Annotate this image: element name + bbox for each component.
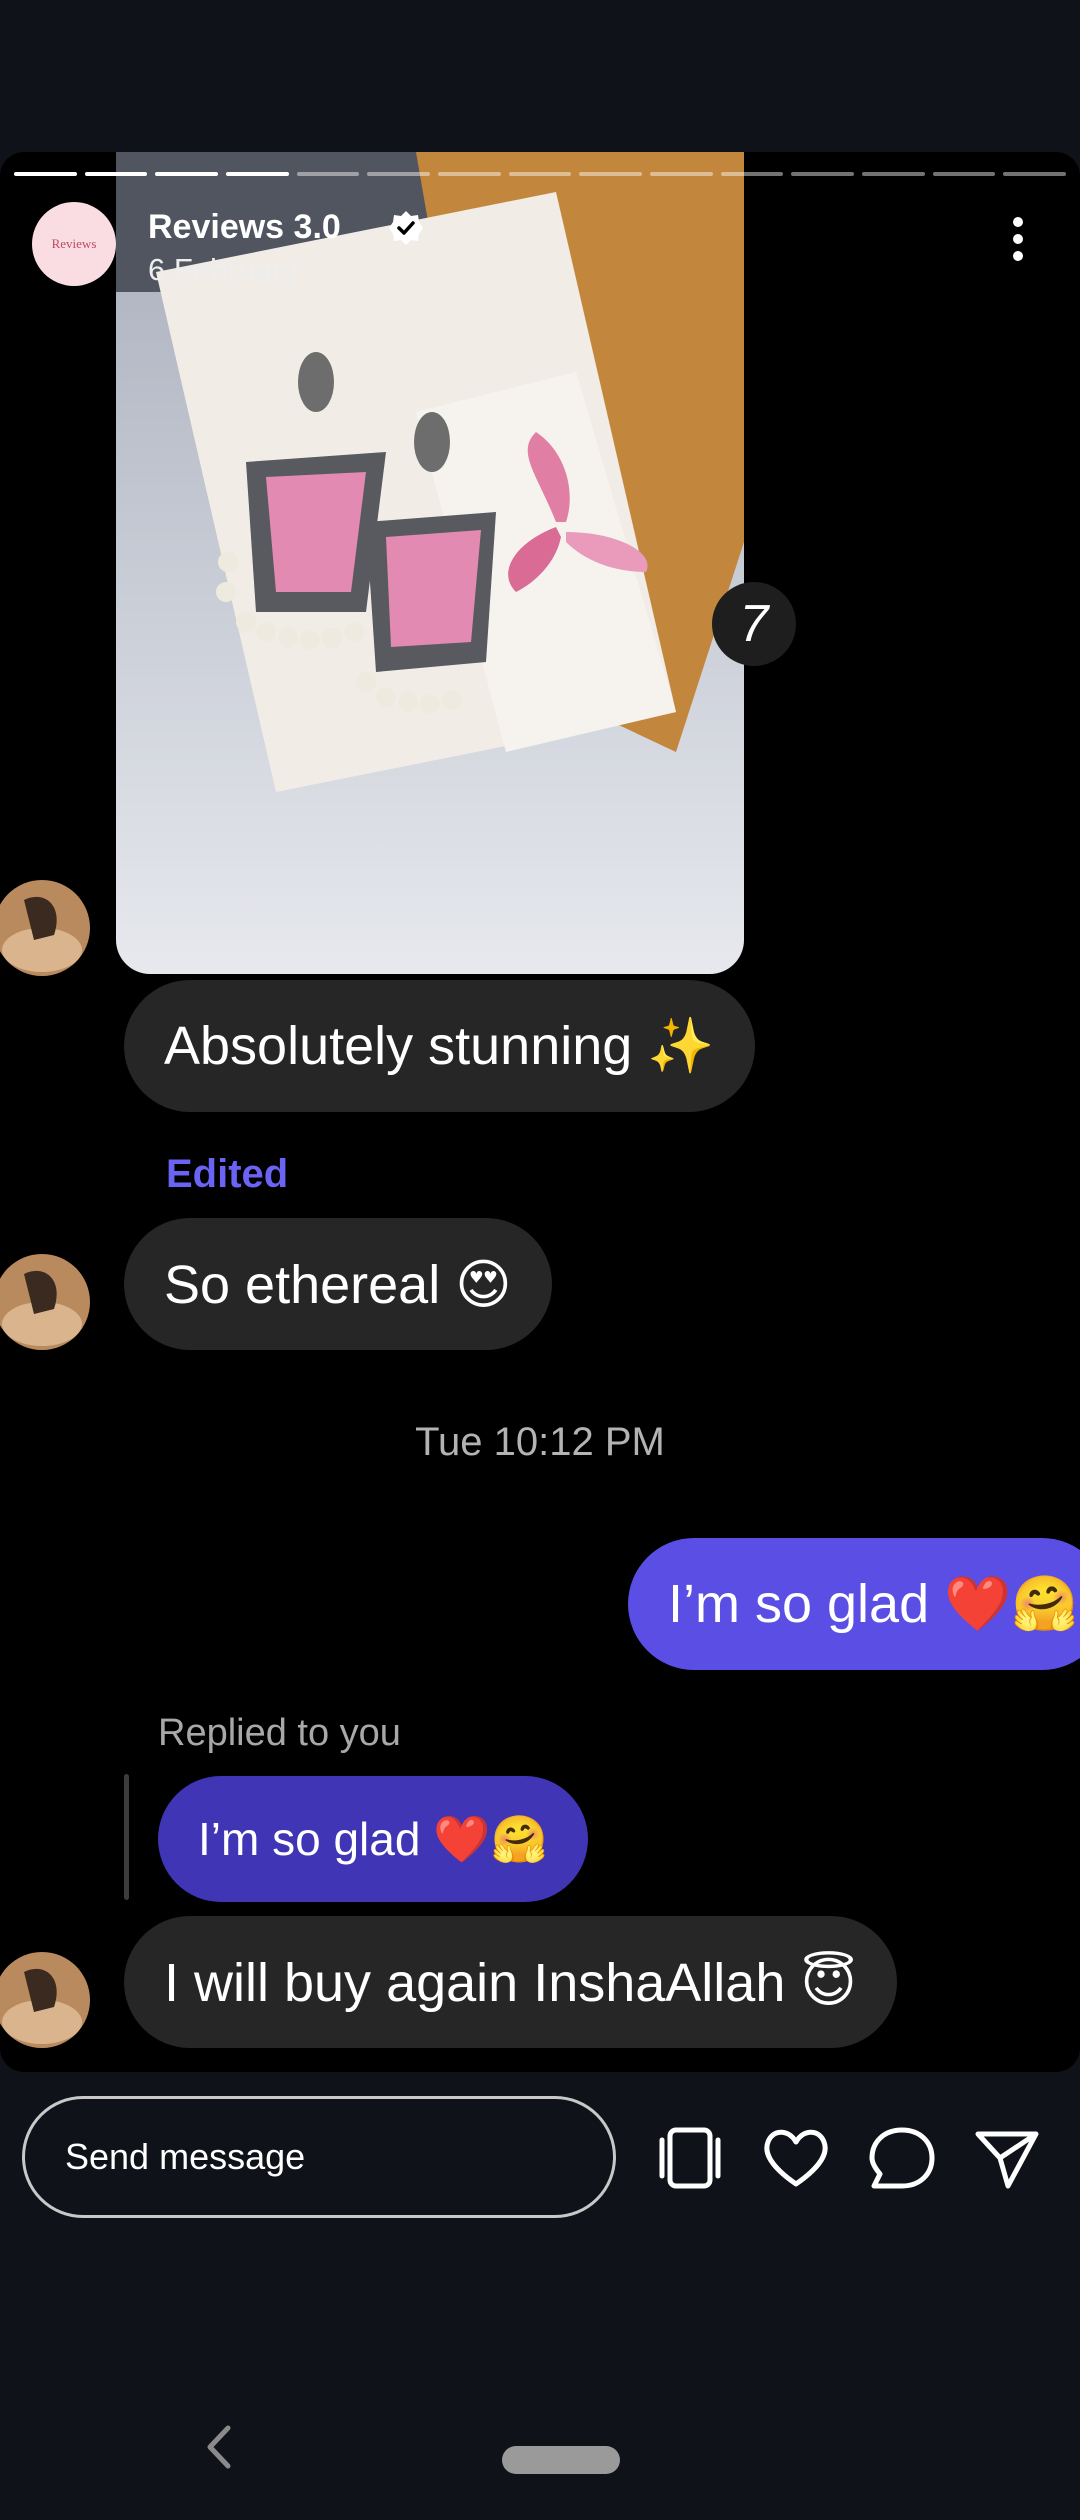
message-timestamp: Tue 10:12 PM — [415, 1420, 665, 1464]
reply-quote-line — [124, 1774, 129, 1900]
progress-segment — [579, 172, 643, 176]
story-progress-bar — [14, 172, 1067, 176]
account-avatar[interactable]: Reviews — [32, 202, 116, 286]
home-handle[interactable] — [502, 2446, 620, 2474]
progress-segment — [932, 172, 996, 176]
send-message-input[interactable]: Send message — [22, 2096, 616, 2218]
story-date: 6 February — [148, 252, 298, 287]
progress-segment — [296, 172, 360, 176]
progress-segment — [791, 172, 855, 176]
progress-segment — [508, 172, 572, 176]
comment-icon[interactable] — [866, 2122, 938, 2194]
progress-segment — [862, 172, 925, 176]
send-icon[interactable] — [970, 2122, 1042, 2194]
reply-composer: Send message — [0, 2072, 1080, 2222]
edited-label: Edited — [166, 1152, 289, 1196]
verified-icon — [389, 211, 423, 245]
sender-avatar[interactable] — [0, 880, 90, 976]
heart-icon[interactable] — [760, 2122, 832, 2194]
progress-segment — [650, 172, 713, 176]
progress-segment — [14, 172, 77, 176]
progress-segment — [438, 172, 501, 176]
progress-segment — [367, 172, 431, 176]
replied-to-you-label: Replied to you — [158, 1712, 401, 1754]
progress-segment — [720, 172, 784, 176]
more-icon[interactable] — [1012, 216, 1024, 262]
back-icon[interactable] — [196, 2422, 240, 2472]
message-bubble-1[interactable]: Absolutely stunning ✨ — [124, 980, 755, 1112]
sender-avatar[interactable] — [0, 1952, 90, 2048]
account-name[interactable]: Reviews 3.0 — [148, 208, 341, 247]
message-bubble-3[interactable]: I will buy again InshaAllah 😇 — [124, 1916, 897, 2048]
story-container[interactable]: 7 Reviews Reviews 3.0 6 February Absolut… — [0, 152, 1080, 2072]
progress-segment — [84, 172, 148, 176]
sender-avatar[interactable] — [0, 1254, 90, 1350]
system-navigation-bar — [0, 2400, 1080, 2520]
story-header: Reviews Reviews 3.0 6 February — [32, 202, 1060, 292]
progress-segment — [226, 172, 289, 176]
my-message-bubble[interactable]: I’m so glad ❤️🤗 — [628, 1538, 1080, 1670]
progress-segment — [1003, 172, 1067, 176]
progress-segment — [155, 172, 219, 176]
stack-icon[interactable] — [654, 2122, 726, 2194]
message-bubble-2[interactable]: So ethereal 😍 — [124, 1218, 552, 1350]
quoted-message[interactable]: I’m so glad ❤️🤗 — [158, 1776, 588, 1902]
story-overlay-badge[interactable]: 7 — [712, 582, 796, 666]
